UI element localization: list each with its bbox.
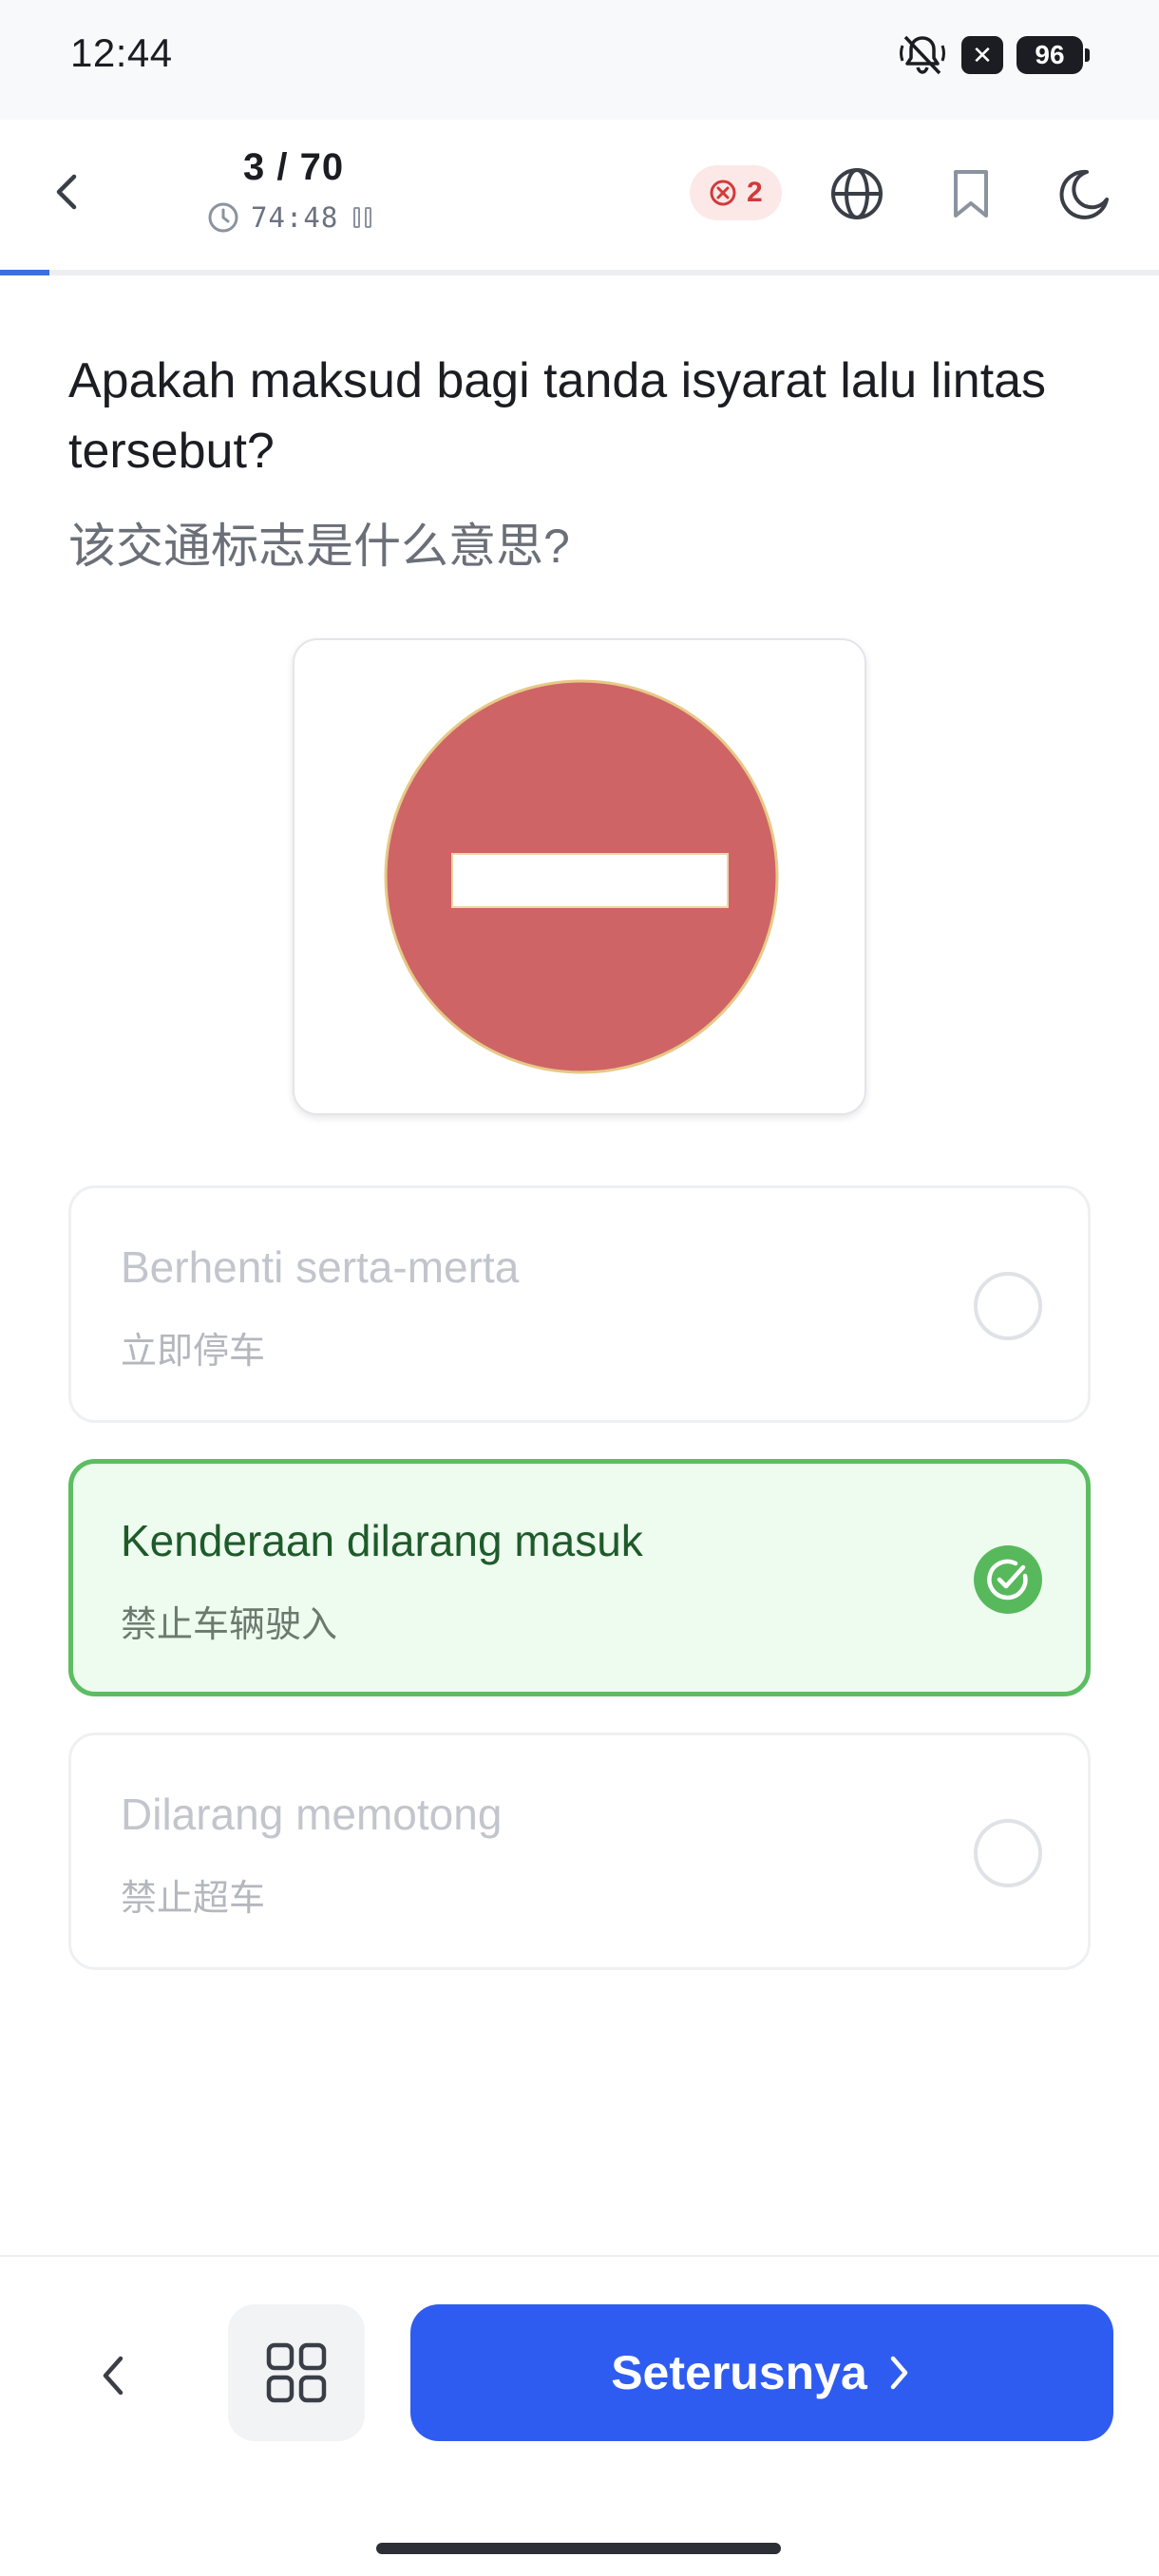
wrong-answers-badge[interactable]: 2 [690,165,782,220]
bookmark-icon [954,170,988,218]
timer: 74:48 [207,201,374,234]
bookmark-button[interactable] [940,163,1001,224]
check-mark-icon [987,1559,1028,1601]
radio-unselected-icon [974,1819,1042,1887]
answer-option-1[interactable]: Berhenti serta-merta 立即停车 [68,1185,1091,1423]
pause-icon [352,207,360,228]
timer-text: 74:48 [251,201,339,234]
previous-button[interactable] [78,2340,148,2411]
question-text-chinese: 该交通标志是什么意思? [68,520,570,573]
back-arrow-icon [56,174,77,210]
quiz-header: 3 / 70 74:48 2 [0,120,1159,275]
progress-bar [0,270,1159,275]
chevron-right-icon [890,2356,908,2390]
pause-button[interactable] [350,204,374,231]
option-label-chinese: 立即停车 [121,1332,266,1372]
status-bar: 12:44 ✕ 96 [0,0,1159,120]
chevron-left-icon [103,2356,124,2396]
option-label-malay: Kenderaan dilarang masuk [121,1516,643,1565]
globe-icon [831,168,883,219]
status-time: 12:44 [70,30,173,75]
option-label-chinese: 禁止超车 [121,1879,266,1919]
status-icons: ✕ 96 [897,32,1090,78]
no-entry-sign-image [384,679,779,1074]
question-image [293,638,866,1115]
wrong-count: 2 [747,177,763,208]
wrong-x-icon [710,180,736,206]
option-label-chinese: 禁止车辆驶入 [121,1605,338,1645]
question-counter: 3 / 70 [243,146,345,188]
option-label-malay: Berhenti serta-merta [121,1242,520,1292]
language-button[interactable] [826,163,887,224]
bottom-navigation: Seterusnya [0,2255,1159,2576]
radio-unselected-icon [974,1272,1042,1340]
answer-option-3[interactable]: Dilarang memotong 禁止超车 [68,1733,1091,1970]
home-indicator[interactable] [376,2543,781,2554]
option-label-malay: Dilarang memotong [121,1790,503,1839]
next-button[interactable]: Seterusnya [410,2304,1113,2441]
question-grid-button[interactable] [228,2304,365,2441]
clock-icon [208,202,238,233]
battery-icon: 96 [1016,36,1090,74]
question-text-malay: Apakah maksud bagi tanda isyarat lalu li… [68,353,1047,479]
check-circle-icon [974,1545,1042,1614]
grid-icon [266,2342,327,2403]
back-button[interactable] [38,161,99,222]
moon-icon [1059,169,1109,219]
battery-level: 96 [1035,40,1065,69]
progress-fill [0,270,50,275]
dark-mode-button[interactable] [1054,163,1115,224]
app-root: 12:44 ✕ 96 3 / 70 74:48 2 Apakah maksud … [0,0,1159,2576]
answer-option-2[interactable]: Kenderaan dilarang masuk 禁止车辆驶入 [68,1459,1091,1696]
bell-off-icon [900,35,945,75]
close-notification-icon: ✕ [961,36,1003,74]
pause-icon [364,207,371,228]
next-button-label: Seterusnya [611,2346,867,2399]
